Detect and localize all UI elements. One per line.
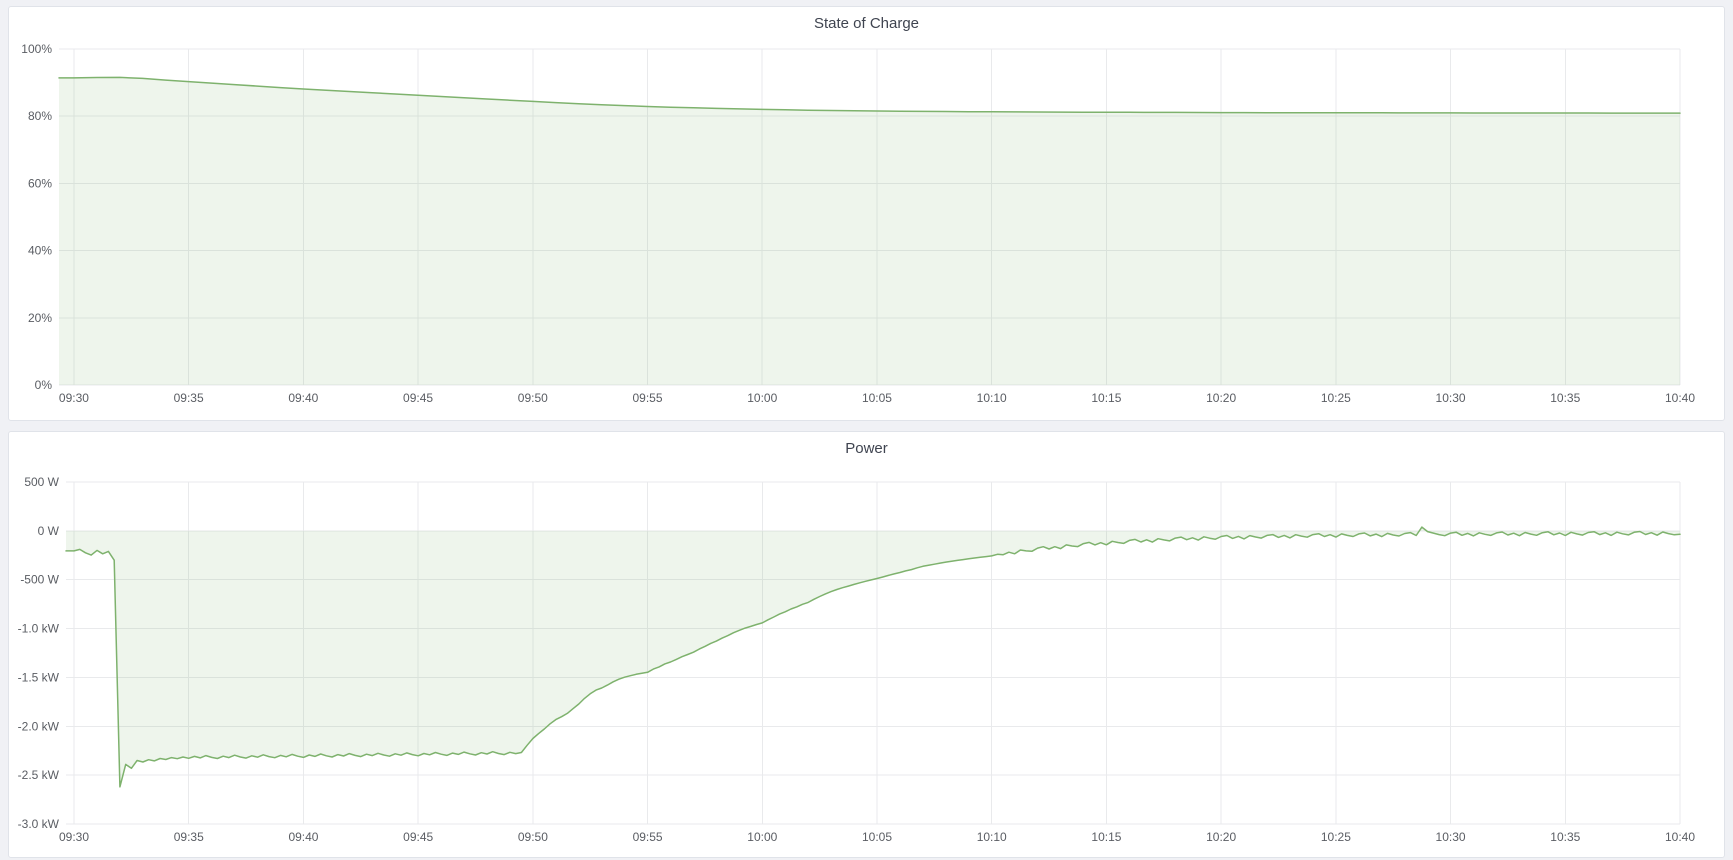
svg-text:09:30: 09:30 bbox=[59, 830, 89, 844]
svg-text:500 W: 500 W bbox=[24, 475, 59, 489]
svg-text:10:00: 10:00 bbox=[747, 830, 777, 844]
svg-text:10:05: 10:05 bbox=[862, 391, 892, 405]
svg-text:09:35: 09:35 bbox=[174, 830, 204, 844]
panel-state-of-charge: State of Charge 100% 80% 60% 40% 20% 0% 09:30 0… bbox=[8, 6, 1725, 421]
dashboard-root: { "page": { "background": "#f0f1f5", "pa… bbox=[0, 0, 1733, 860]
svg-text:10:25: 10:25 bbox=[1321, 830, 1351, 844]
svg-text:10:40: 10:40 bbox=[1665, 391, 1695, 405]
svg-text:10:15: 10:15 bbox=[1091, 830, 1121, 844]
svg-text:10:10: 10:10 bbox=[977, 830, 1007, 844]
svg-text:09:45: 09:45 bbox=[403, 391, 433, 405]
panel-title-power[interactable]: Power bbox=[9, 432, 1724, 466]
svg-text:10:40: 10:40 bbox=[1665, 830, 1695, 844]
svg-text:10:15: 10:15 bbox=[1091, 391, 1121, 405]
svg-text:09:45: 09:45 bbox=[403, 830, 433, 844]
svg-text:09:55: 09:55 bbox=[633, 391, 663, 405]
svg-text:09:40: 09:40 bbox=[288, 830, 318, 844]
svg-text:60%: 60% bbox=[28, 176, 52, 190]
svg-text:-1.0 kW: -1.0 kW bbox=[18, 622, 60, 636]
soc-chart[interactable]: 100% 80% 60% 40% 20% 0% 09:30 09:35 09:40 09:45 09… bbox=[9, 41, 1724, 420]
svg-text:10:30: 10:30 bbox=[1436, 830, 1466, 844]
panel-power: Power 500 W 0 W -500 W -1.0 kW -1.5 kW -2.0 k… bbox=[8, 431, 1725, 858]
panel-title-state-of-charge[interactable]: State of Charge bbox=[9, 7, 1724, 41]
svg-text:10:35: 10:35 bbox=[1550, 830, 1580, 844]
svg-text:09:50: 09:50 bbox=[518, 830, 548, 844]
svg-text:10:10: 10:10 bbox=[977, 391, 1007, 405]
svg-text:10:25: 10:25 bbox=[1321, 391, 1351, 405]
svg-text:0%: 0% bbox=[35, 378, 53, 392]
svg-text:10:05: 10:05 bbox=[862, 830, 892, 844]
svg-text:10:20: 10:20 bbox=[1206, 391, 1236, 405]
svg-text:100%: 100% bbox=[21, 42, 52, 56]
svg-text:-2.0 kW: -2.0 kW bbox=[18, 719, 60, 733]
svg-text:09:50: 09:50 bbox=[518, 391, 548, 405]
svg-text:10:30: 10:30 bbox=[1436, 391, 1466, 405]
power-chart[interactable]: 500 W 0 W -500 W -1.0 kW -1.5 kW -2.0 kW -2.5 … bbox=[9, 466, 1724, 857]
svg-text:09:55: 09:55 bbox=[633, 830, 663, 844]
svg-text:-1.5 kW: -1.5 kW bbox=[18, 670, 60, 684]
svg-text:09:40: 09:40 bbox=[288, 391, 318, 405]
svg-text:09:35: 09:35 bbox=[174, 391, 204, 405]
svg-text:20%: 20% bbox=[28, 311, 52, 325]
svg-text:10:20: 10:20 bbox=[1206, 830, 1236, 844]
svg-text:80%: 80% bbox=[28, 109, 52, 123]
svg-text:0 W: 0 W bbox=[38, 524, 60, 538]
svg-text:-500 W: -500 W bbox=[20, 573, 59, 587]
svg-text:-3.0 kW: -3.0 kW bbox=[18, 817, 60, 831]
svg-text:10:35: 10:35 bbox=[1550, 391, 1580, 405]
svg-text:40%: 40% bbox=[28, 244, 52, 258]
svg-text:-2.5 kW: -2.5 kW bbox=[18, 768, 60, 782]
svg-text:09:30: 09:30 bbox=[59, 391, 89, 405]
svg-text:10:00: 10:00 bbox=[747, 391, 777, 405]
